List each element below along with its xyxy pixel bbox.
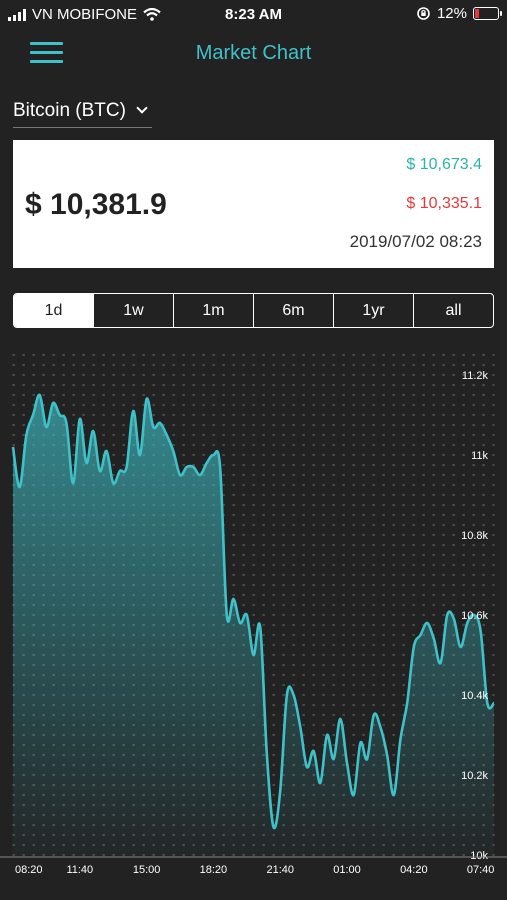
x-tick-label: 21:40 <box>266 864 294 876</box>
x-tick-label: 07:40 <box>467 864 495 876</box>
coin-selector[interactable]: Bitcoin (BTC) <box>13 94 152 128</box>
price-timestamp: 2019/07/02 08:23 <box>349 232 482 251</box>
range-tabs: 1d 1w 1m 6m 1yr all <box>13 293 494 328</box>
tab-1yr[interactable]: 1yr <box>333 294 413 327</box>
x-tick-label: 08:20 <box>15 864 43 876</box>
tab-1w[interactable]: 1w <box>93 294 173 327</box>
tab-6m[interactable]: 6m <box>253 294 333 327</box>
tab-1m[interactable]: 1m <box>173 294 253 327</box>
nav-bar: Market Chart <box>0 30 507 76</box>
y-tick-label: 10k <box>470 850 488 862</box>
battery-percent: 12% <box>436 5 467 22</box>
y-tick-label: 10.2k <box>461 770 488 782</box>
status-bar: VN MOBIFONE 8:23 AM 12% <box>0 0 507 28</box>
tab-1d[interactable]: 1d <box>14 294 93 327</box>
y-tick-label: 11k <box>471 450 488 462</box>
current-price: $ 10,381.9 <box>25 188 167 221</box>
page-title: Market Chart <box>195 42 312 64</box>
status-right: 12% <box>416 5 502 22</box>
y-tick-label: 11.2k <box>462 370 489 382</box>
x-tick-label: 18:20 <box>200 864 228 876</box>
y-tick-label: 10.8k <box>461 530 488 542</box>
x-tick-label: 15:00 <box>133 864 161 876</box>
x-tick-label: 04:20 <box>400 864 428 876</box>
low-price: $ 10,335.1 <box>406 195 482 212</box>
y-tick-label: 10.6k <box>461 610 488 622</box>
price-chart: 11.2k 11k 10.8k 10.6k 10.4k 10.2k 10k 08:20 11:4… <box>0 354 507 876</box>
battery-icon <box>473 7 502 20</box>
x-tick-label: 01:00 <box>333 864 361 876</box>
y-tick-label: 10.4k <box>461 690 488 702</box>
price-card: $ 10,381.9 $ 10,673.4 $ 10,335.1 2019/07… <box>13 140 494 268</box>
rotation-lock-icon <box>417 7 430 20</box>
tab-all[interactable]: all <box>413 294 493 327</box>
coin-label: Bitcoin (BTC) <box>13 99 126 121</box>
high-price: $ 10,673.4 <box>406 156 482 173</box>
chevron-down-icon <box>136 102 148 114</box>
x-tick-label: 11:40 <box>66 864 93 876</box>
